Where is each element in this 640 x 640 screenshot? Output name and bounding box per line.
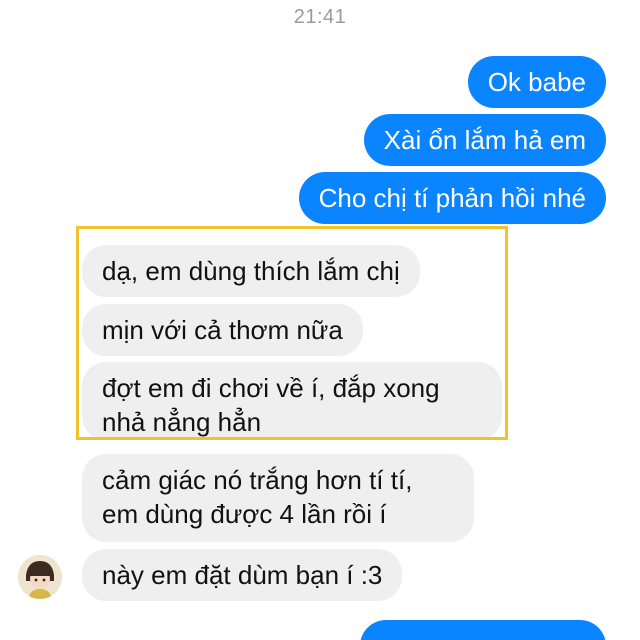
incoming-message-bubble[interactable]: cảm giác nó trắng hơn tí tí, em dùng đượ… xyxy=(82,454,474,542)
chat-screen: 21:41 Ok babe Xài ổn lắm hả em Cho chị t… xyxy=(0,0,640,640)
highlight-frame xyxy=(76,226,508,440)
outgoing-message-bubble[interactable]: Xài ổn lắm hả em xyxy=(363,114,606,166)
message-text: Ok babe xyxy=(487,67,586,97)
outgoing-message-bubble[interactable]: Cho chị tí phản hồi nhé xyxy=(298,172,606,224)
message-text: này em đặt dùm bạn í :3 xyxy=(102,560,383,590)
message-text: Cho chị tí phản hồi nhé xyxy=(318,183,586,213)
contact-avatar-icon[interactable] xyxy=(18,555,62,599)
message-text: Xài ổn lắm hả em xyxy=(383,125,586,155)
message-text: cảm giác nó trắng hơn tí tí, em dùng đượ… xyxy=(102,465,413,529)
avatar-graphic xyxy=(18,555,62,599)
outgoing-message-bubble[interactable]: Ok babe xyxy=(467,56,606,108)
outgoing-message-bubble-partial[interactable] xyxy=(360,620,606,640)
message-timestamp: 21:41 xyxy=(293,6,347,28)
incoming-message-bubble[interactable]: này em đặt dùm bạn í :3 xyxy=(82,549,403,601)
